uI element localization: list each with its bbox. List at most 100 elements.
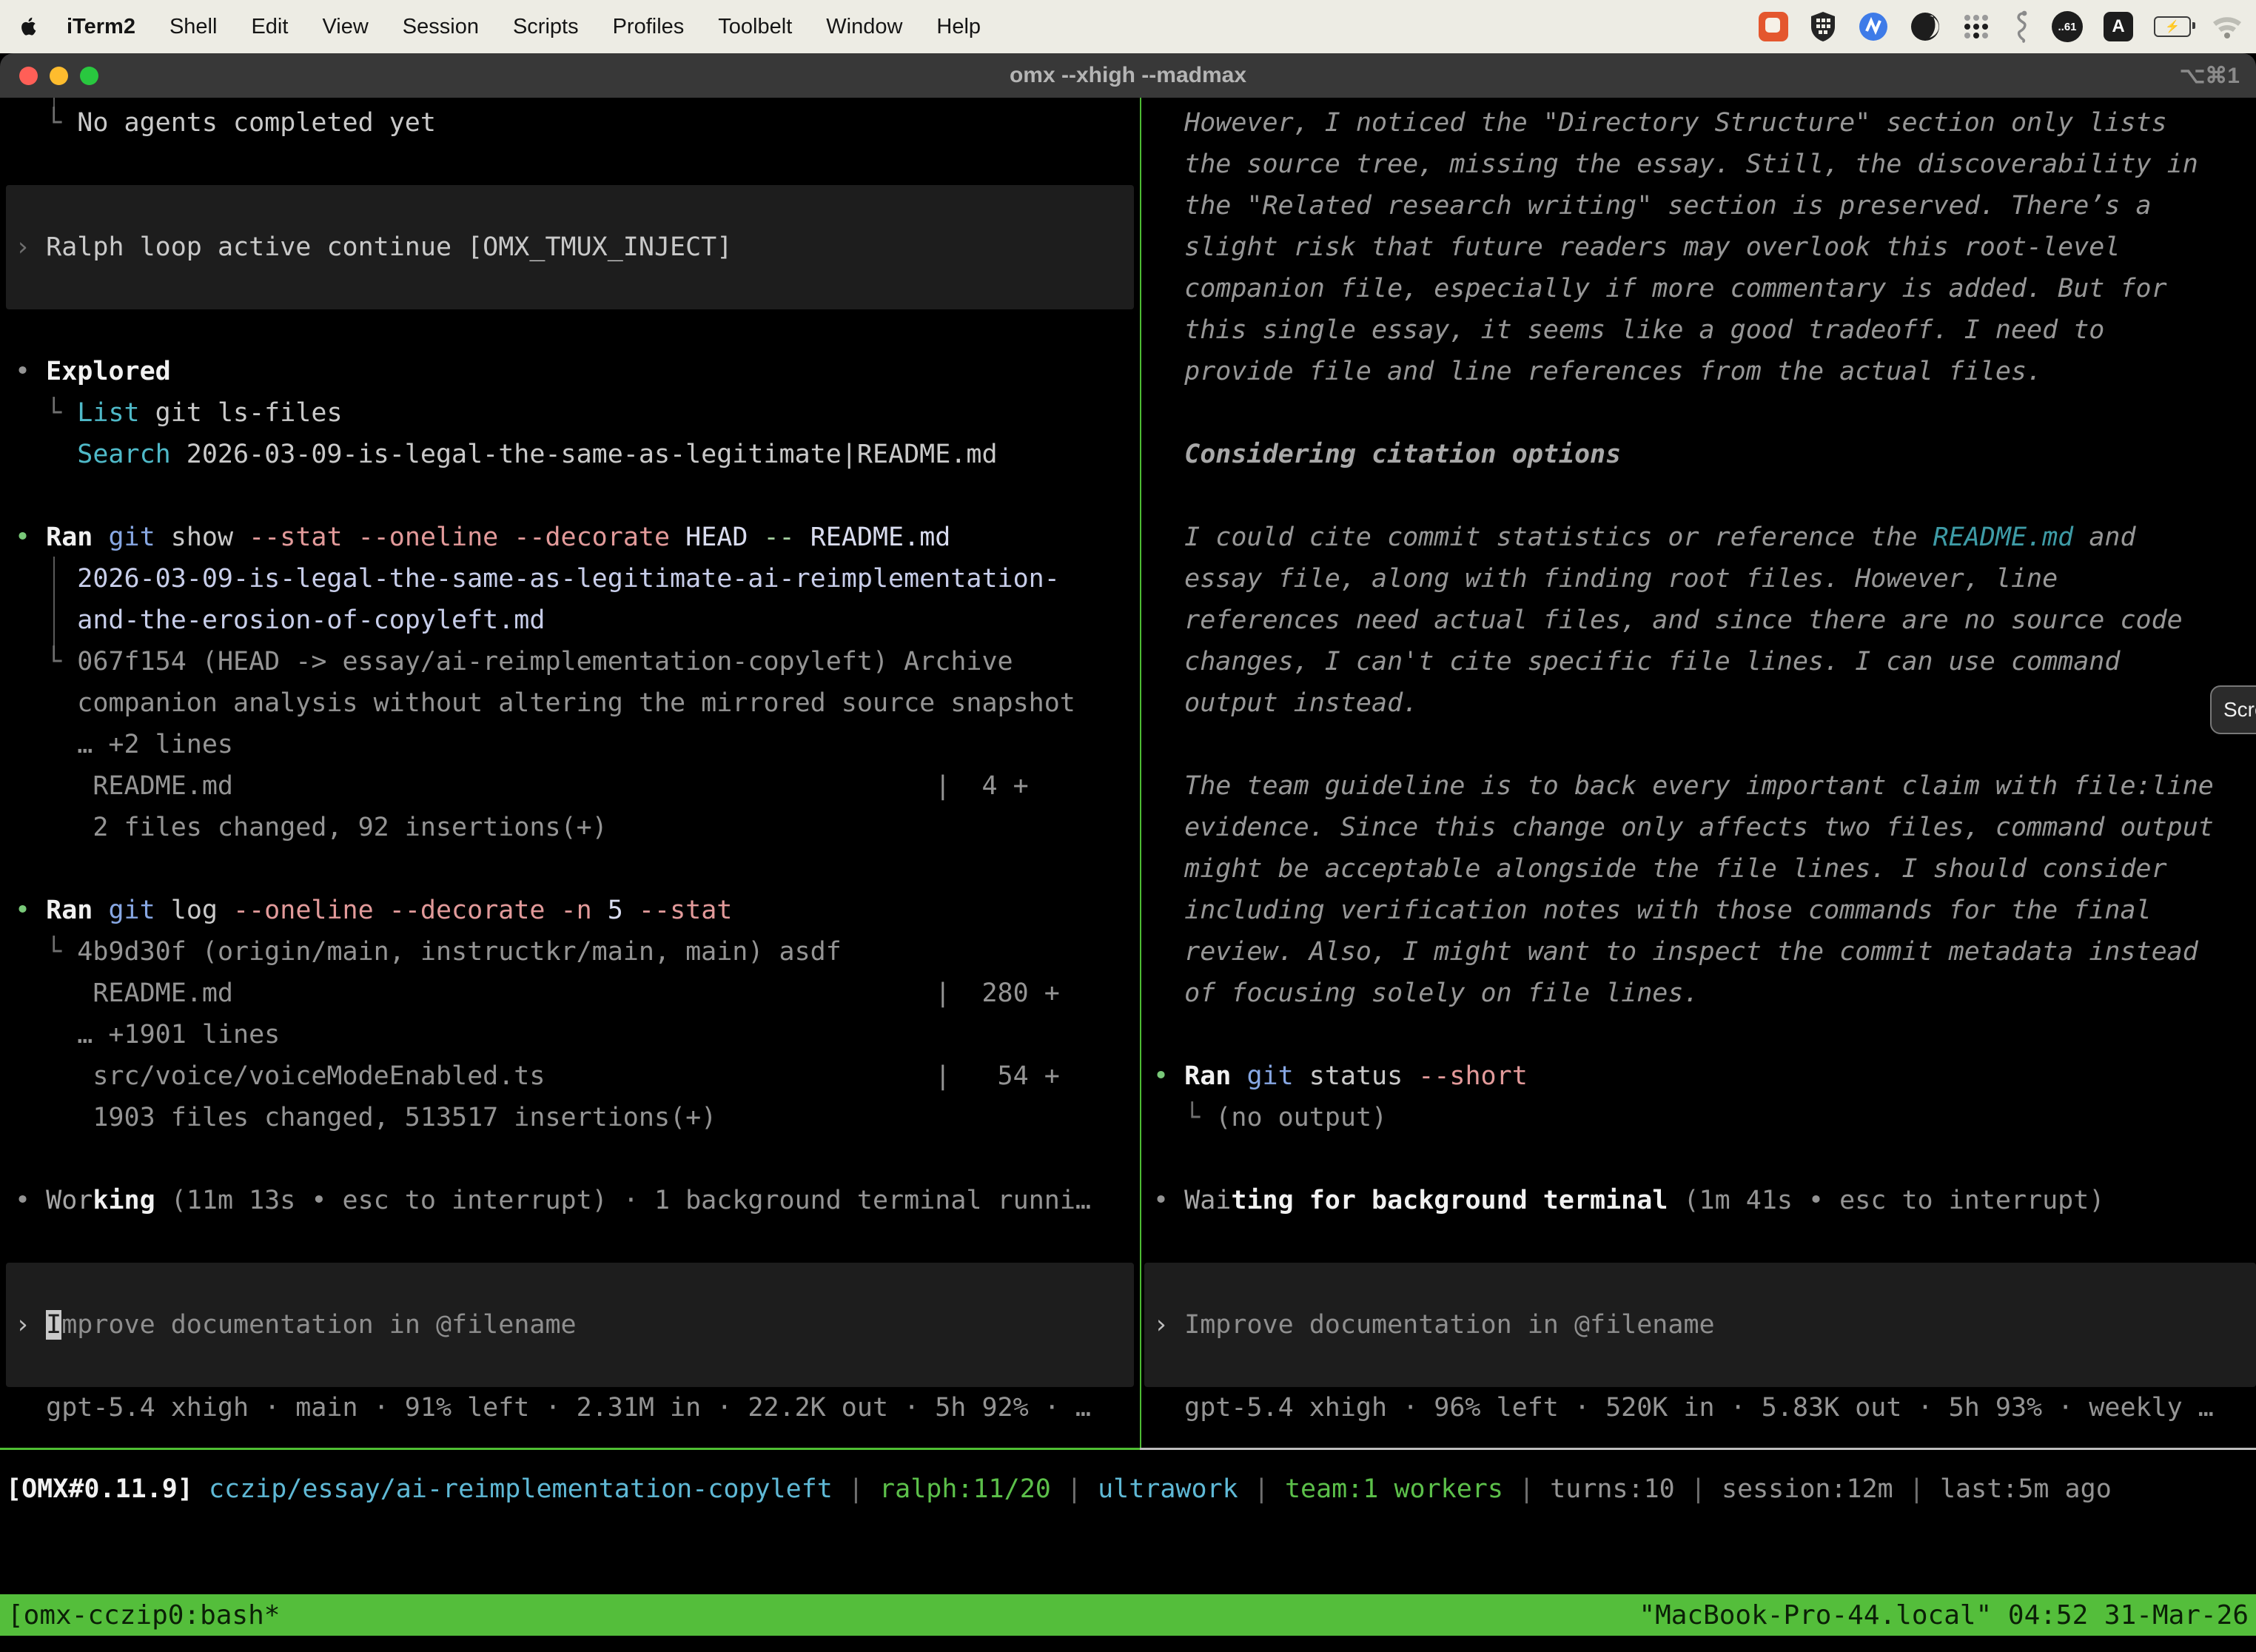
terminal-segment: •	[1153, 1186, 1184, 1215]
terminal-segment: turns:10	[1550, 1474, 1675, 1504]
terminal-segment: --stat	[623, 896, 733, 925]
tmux-host-clock: "MacBook-Pro-44.local" 04:52 31-Mar-26	[1639, 1600, 2249, 1631]
terminal-line: README.md | 4 +	[15, 765, 1140, 807]
left-terminal-pane[interactable]: └ No agents completed yet › Ralph loop ac…	[0, 98, 1140, 1449]
keyboard-a-icon[interactable]: A	[2104, 12, 2133, 41]
terminal-line	[1153, 724, 2256, 765]
terminal-segment: 1903 files changed, 513517 insertions(+)	[15, 1103, 716, 1132]
menu-item-window[interactable]: Window	[826, 15, 902, 39]
terminal-segment: README.md	[795, 523, 951, 552]
terminal-segment: ting for background terminal	[1231, 1186, 1668, 1215]
window-title-bar: omx --xhigh --madmax ⌥⌘1	[0, 53, 2256, 98]
right-terminal-pane[interactable]: However, I noticed the "Directory Struct…	[1141, 98, 2256, 1449]
terminal-segment: (1m 41s • esc to interrupt)	[1668, 1186, 2104, 1215]
terminal-line: • Ran git show --stat --oneline --decora…	[15, 517, 1140, 558]
terminal-segment: •	[15, 896, 46, 925]
terminal-line: essay file, along with finding root file…	[1153, 558, 2256, 600]
menu-item-iterm2[interactable]: iTerm2	[67, 15, 135, 39]
terminal-line: README.md | 280 +	[15, 973, 1140, 1014]
terminal-segment: 5	[592, 896, 623, 925]
terminal-line: • Explored	[15, 351, 1140, 392]
terminal-segment: No agents completed yet	[77, 108, 436, 138]
terminal-line: └ (no output)	[1153, 1097, 2256, 1138]
menu-item-toolbelt[interactable]: Toolbelt	[718, 15, 792, 39]
terminal-segment: git	[93, 896, 155, 925]
terminal-segment: └	[1153, 1103, 1215, 1132]
sync-icon[interactable]	[1858, 11, 1889, 42]
terminal-line	[1153, 1263, 2256, 1304]
terminal-line: › Ralph loop active continue [OMX_TMUX_I…	[15, 226, 1140, 268]
terminal-segment: Wor	[46, 1186, 93, 1215]
chat-icon[interactable]	[1759, 12, 1788, 41]
menu-item-edit[interactable]: Edit	[251, 15, 288, 39]
terminal-segment: README.md | 4 +	[15, 771, 1029, 801]
menu-item-profiles[interactable]: Profiles	[613, 15, 685, 39]
terminal-segment: README.md	[1933, 523, 2074, 552]
terminal-line: • Working (11m 13s • esc to interrupt) ·…	[15, 1180, 1140, 1221]
terminal-segment: gpt-5.4 xhigh · 96% left · 520K in · 5.8…	[1153, 1393, 2214, 1423]
squiggle-icon[interactable]	[2012, 10, 2031, 43]
terminal-segment: |	[1051, 1474, 1098, 1504]
terminal-line: references need actual files, and since …	[1153, 600, 2256, 641]
terminal-line: and-the-erosion-of-copyleft.md	[15, 600, 1140, 641]
menu-item-shell[interactable]: Shell	[169, 15, 218, 39]
terminal-segment: └	[15, 398, 77, 428]
terminal-segment: companion file, especially if more comme…	[1153, 274, 2167, 303]
terminal-line: └ 067f154 (HEAD -> essay/ai-reimplementa…	[15, 641, 1140, 682]
terminal-segment: Search	[15, 440, 171, 469]
tmux-session-label[interactable]: [omx-cczip0:bash*	[7, 1600, 280, 1631]
terminal-line: Search 2026-03-09-is-legal-the-same-as-l…	[15, 434, 1140, 475]
menu-item-help[interactable]: Help	[936, 15, 981, 39]
terminal-segment: essay file, along with finding root file…	[1153, 564, 2058, 594]
terminal-line: Considering citation options	[1153, 434, 2256, 475]
crescent-icon[interactable]	[1910, 11, 1941, 42]
terminal-segment: ›	[15, 1310, 46, 1340]
terminal-line	[15, 1221, 1140, 1263]
terminal-segment: --stat --oneline --decorate	[233, 523, 670, 552]
terminal-line: › Improve documentation in @filename	[15, 1304, 1140, 1346]
apple-menu-icon[interactable]	[19, 14, 41, 39]
terminal-segment: ultrawork	[1098, 1474, 1238, 1504]
terminal-line: [OMX#0.11.9] cczip/essay/ai-reimplementa…	[6, 1468, 2256, 1510]
terminal-segment: --	[748, 523, 794, 552]
terminal-segment: and-the-erosion-of-copyleft.md	[15, 605, 545, 635]
terminal-segment: … +2 lines	[15, 730, 233, 759]
terminal-line: the "Related research writing" section i…	[1153, 185, 2256, 226]
badge-61-icon[interactable]: ..61	[2052, 11, 2083, 42]
terminal-line: … +2 lines	[15, 724, 1140, 765]
screen-floating-button[interactable]: Scre	[2210, 685, 2256, 734]
terminal-line: companion analysis without altering the …	[15, 682, 1140, 724]
dots-grid-icon[interactable]	[1961, 12, 1991, 41]
terminal-line: changes, I can't cite specific file line…	[1153, 641, 2256, 682]
terminal-segment: 067f154 (HEAD -> essay/ai-reimplementati…	[77, 647, 1013, 676]
battery-icon[interactable]: ⚡	[2154, 16, 2191, 37]
terminal-segment: └	[15, 937, 77, 967]
apple-icon	[19, 16, 38, 38]
terminal-line: └ List git ls-files	[15, 392, 1140, 434]
terminal-segment: and	[2073, 523, 2135, 552]
terminal-segment: [OMX#0.11.9]	[6, 1474, 193, 1504]
menu-item-scripts[interactable]: Scripts	[513, 15, 579, 39]
terminal-segment: might be acceptable alongside the file l…	[1153, 854, 2167, 884]
terminal-segment: slight risk that future readers may over…	[1153, 232, 2120, 262]
terminal-segment: git	[93, 523, 155, 552]
terminal-segment: git	[1231, 1061, 1293, 1091]
terminal-line	[1153, 1346, 2256, 1387]
terminal-segment: The team guideline is to back every impo…	[1153, 771, 2214, 801]
menu-item-view[interactable]: View	[322, 15, 368, 39]
terminal-segment: gpt-5.4 xhigh · main · 91% left · 2.31M …	[15, 1393, 1091, 1423]
terminal-line	[15, 268, 1140, 309]
shield-icon[interactable]	[1809, 11, 1837, 42]
terminal-segment: ›	[15, 232, 46, 262]
terminal-segment: I	[46, 1310, 61, 1340]
menu-item-session[interactable]: Session	[403, 15, 479, 39]
terminal-line: … +1901 lines	[15, 1014, 1140, 1055]
terminal-segment: ralph:11/20	[879, 1474, 1051, 1504]
terminal-segment: cczip/essay/ai-reimplementation-copyleft	[193, 1474, 833, 1504]
terminal-segment: references need actual files, and since …	[1153, 605, 2183, 635]
wifi-icon[interactable]	[2212, 15, 2243, 38]
terminal-line	[15, 185, 1140, 226]
terminal-segment: this single essay, it seems like a good …	[1153, 315, 2104, 345]
terminal-segment: •	[15, 523, 46, 552]
terminal-line	[1153, 475, 2256, 517]
